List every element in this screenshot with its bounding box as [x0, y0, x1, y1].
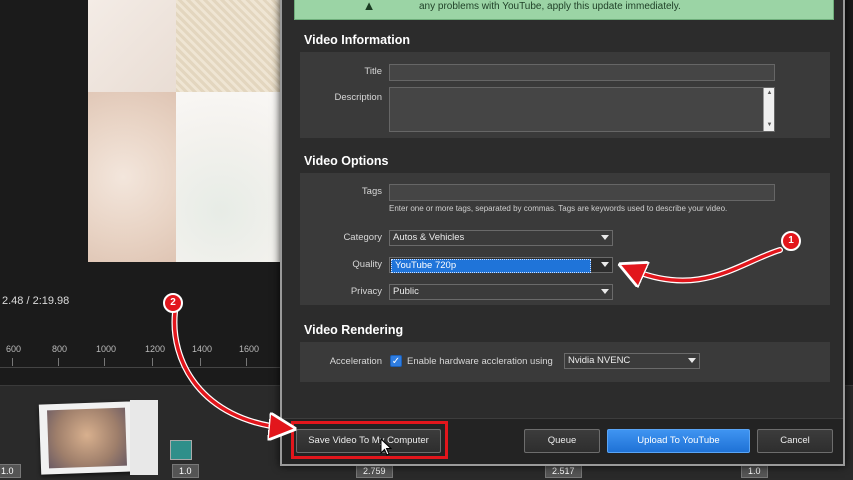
mouse-cursor-icon: [380, 438, 393, 456]
step-badge-1: 1: [781, 231, 801, 251]
arrow-to-save: [171, 309, 289, 431]
callout-arrows: [171, 247, 783, 480]
screen: { "editor": { "time_display": "2.48 / 2:…: [0, 0, 853, 480]
step-badge-2: 2: [163, 293, 183, 313]
